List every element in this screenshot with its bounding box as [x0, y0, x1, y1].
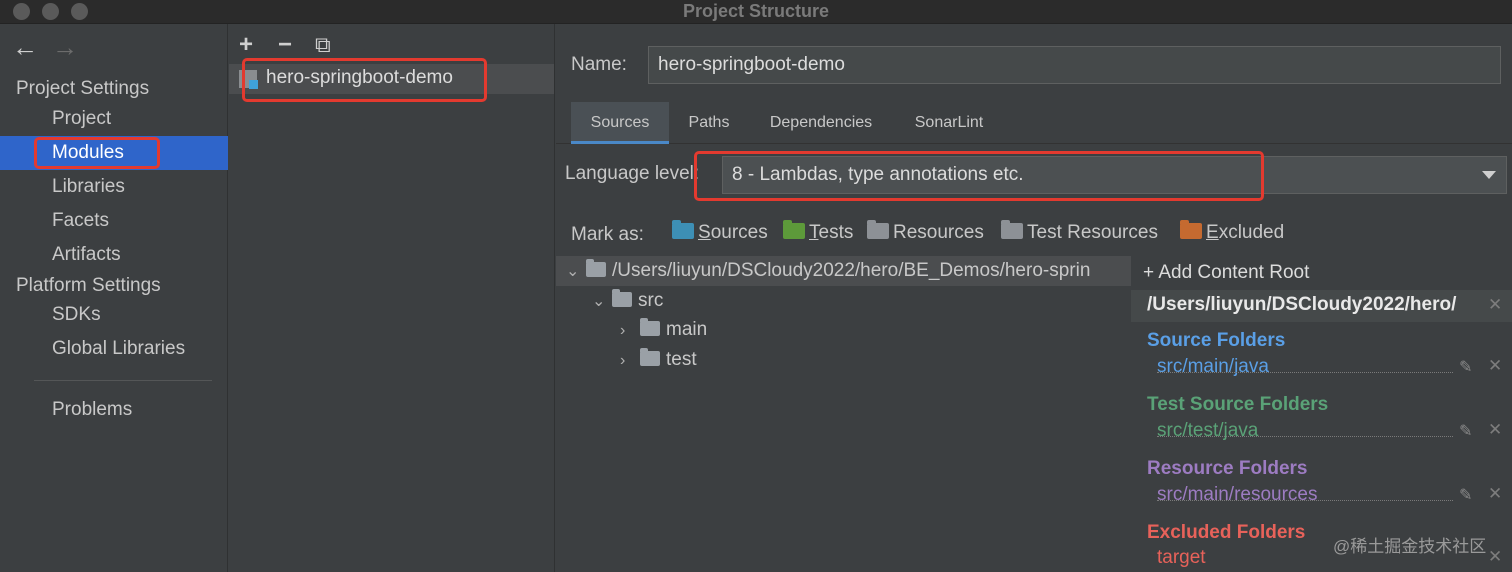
edit-pencil-icon[interactable]: ✎ [1459, 357, 1472, 377]
chevron-down-icon[interactable]: ⌄ [592, 287, 612, 317]
tree-row-test[interactable]: › test [620, 345, 697, 375]
close-icon[interactable]: ✕ [1488, 356, 1502, 376]
copy-module-button[interactable]: ⧉ [315, 32, 331, 58]
tree-main-label: main [666, 319, 708, 340]
module-settings-panel: Name: hero-springboot-demo Sources Paths… [556, 24, 1512, 572]
sidebar-item-sdks[interactable]: SDKs [0, 298, 228, 332]
sidebar-item-global-libraries[interactable]: Global Libraries [0, 332, 228, 366]
chevron-right-icon[interactable]: › [620, 316, 640, 346]
mark-excluded-button[interactable]: Excluded [1180, 220, 1285, 244]
highlight-box-module [242, 58, 487, 102]
add-content-root-label: Add Content Root [1158, 262, 1310, 283]
chevron-down-icon[interactable]: ⌄ [566, 257, 586, 287]
remove-module-button[interactable]: − [278, 32, 292, 58]
test-source-folders-heading: Test Source Folders [1147, 394, 1329, 415]
forward-arrow-icon[interactable]: → [52, 34, 92, 60]
sidebar-divider [34, 380, 212, 381]
mark-sources-label: Sources [698, 222, 768, 243]
add-content-root-button[interactable]: + Add Content Root [1143, 262, 1309, 284]
window-title: Project Structure [682, 1, 830, 21]
close-icon[interactable]: ✕ [1488, 295, 1502, 315]
tree-row-root[interactable]: ⌄ /Users/liuyun/DSCloudy2022/hero/BE_Demo… [556, 256, 1131, 286]
add-module-button[interactable]: + [239, 32, 253, 58]
tab-paths[interactable]: Paths [671, 102, 747, 144]
chevron-down-icon [1482, 171, 1496, 179]
sidebar-item-libraries[interactable]: Libraries [0, 170, 228, 204]
tree-src-label: src [638, 290, 664, 311]
content-root-panel: + Add Content Root /Users/liuyun/DSCloud… [1131, 256, 1512, 572]
content-root-path: /Users/liuyun/DSCloudy2022/hero/ [1147, 294, 1457, 315]
back-arrow-icon[interactable]: ← [12, 34, 52, 60]
resource-folders-heading: Resource Folders [1147, 458, 1308, 479]
folder-icon [612, 289, 632, 307]
mark-tests-label: Tests [809, 222, 854, 243]
module-list-panel: + − ⧉ hero-springboot-demo [229, 24, 555, 572]
sidebar-item-artifacts[interactable]: Artifacts [0, 238, 228, 272]
highlight-box-modules [34, 137, 160, 169]
mark-resources-button[interactable]: Resources [867, 220, 984, 244]
folder-icon [640, 318, 660, 336]
tab-sonarlint[interactable]: SonarLint [897, 102, 1001, 144]
mark-excluded-label: Excluded [1206, 222, 1285, 243]
sources-folder-icon [672, 220, 694, 239]
tree-test-label: test [666, 349, 697, 370]
tab-sources[interactable]: Sources [571, 102, 669, 144]
mark-resources-label: Resources [893, 222, 984, 243]
mark-sources-button[interactable]: Sources [672, 220, 768, 244]
test-resources-folder-icon [1001, 220, 1023, 239]
project-settings-heading: Project Settings [16, 78, 150, 99]
excluded-folders-heading: Excluded Folders [1147, 522, 1306, 543]
chevron-right-icon[interactable]: › [620, 346, 640, 376]
edit-pencil-icon[interactable]: ✎ [1459, 421, 1472, 441]
close-icon[interactable]: ✕ [1488, 420, 1502, 440]
tree-row-src[interactable]: ⌄ src [592, 286, 663, 316]
edit-pencil-icon[interactable]: ✎ [1459, 485, 1472, 505]
watermark: @稀土掘金技术社区 [1333, 537, 1487, 556]
highlight-box-language-level [694, 151, 1264, 201]
name-label: Name: [571, 54, 627, 75]
mark-test-resources-label: Test Resources [1027, 222, 1158, 243]
test-source-folder-path: src/test/java [1157, 420, 1259, 441]
module-name-input[interactable]: hero-springboot-demo [648, 46, 1501, 84]
folder-icon [586, 259, 606, 277]
tab-dependencies[interactable]: Dependencies [754, 102, 888, 144]
language-level-label: Language level: [565, 163, 700, 184]
close-icon[interactable]: ✕ [1488, 547, 1502, 567]
module-tabs: Sources Paths Dependencies SonarLint [556, 102, 1512, 144]
excluded-folder-path: target [1157, 547, 1206, 568]
sidebar-item-facets[interactable]: Facets [0, 204, 228, 238]
content-root-path-row: /Users/liuyun/DSCloudy2022/hero/ ✕ [1131, 290, 1512, 322]
resource-folder-path: src/main/resources [1157, 484, 1318, 505]
tree-root-path: /Users/liuyun/DSCloudy2022/hero/BE_Demos… [612, 260, 1091, 281]
tree-row-main[interactable]: › main [620, 315, 707, 345]
excluded-folder-icon [1180, 220, 1202, 239]
title-bar: Project Structure [0, 0, 1512, 24]
close-icon[interactable]: ✕ [1488, 484, 1502, 504]
tests-folder-icon [783, 220, 805, 239]
mark-test-resources-button[interactable]: Test Resources [1001, 220, 1158, 244]
settings-sidebar: ← → Project Settings Project Modules Libr… [0, 24, 228, 572]
folder-icon [640, 348, 660, 366]
source-folders-heading: Source Folders [1147, 330, 1286, 351]
platform-settings-heading: Platform Settings [16, 275, 161, 296]
resources-folder-icon [867, 220, 889, 239]
mark-tests-button[interactable]: Tests [783, 220, 854, 244]
mark-as-label: Mark as: [571, 224, 644, 245]
sidebar-item-problems[interactable]: Problems [0, 393, 228, 427]
source-folder-path: src/main/java [1157, 356, 1269, 377]
folder-tree: ⌄/Users/liuyun/DSCloudy2022/hero/BE_Demo… [556, 256, 1131, 572]
sidebar-item-project[interactable]: Project [0, 102, 228, 136]
